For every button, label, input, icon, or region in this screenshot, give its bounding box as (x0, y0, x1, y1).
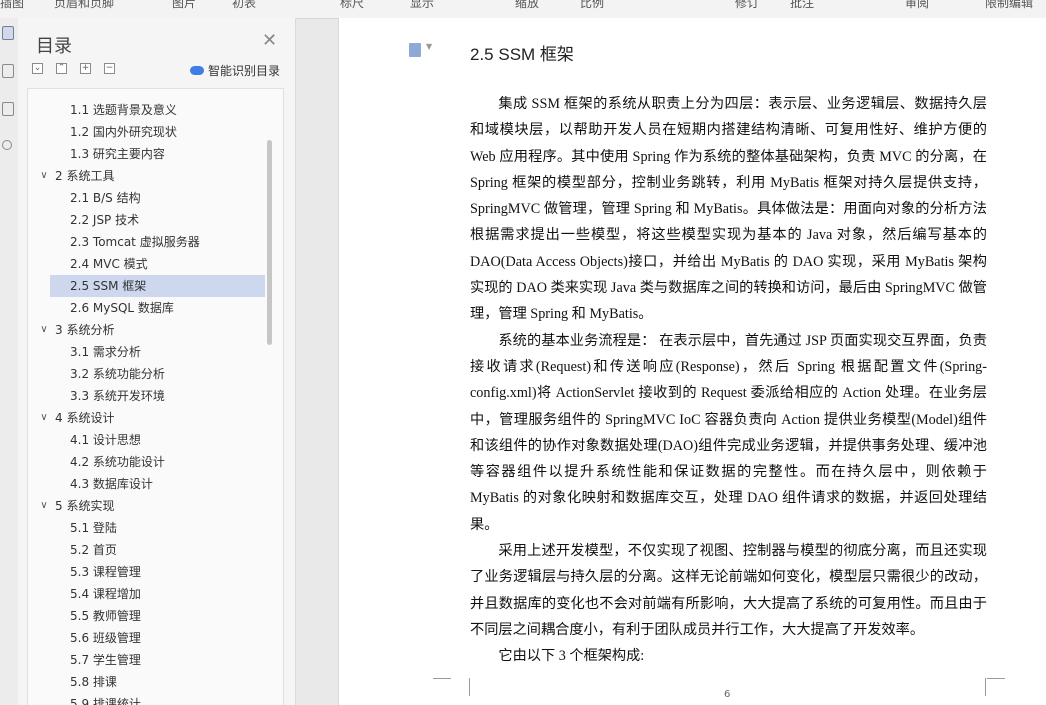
toc-title: 目录 (36, 36, 72, 57)
toc-item[interactable]: ∨ 5 系统实现 (28, 495, 258, 517)
toc-item[interactable]: ∨ 3 系统分析 (28, 319, 258, 341)
page-corner-mark (987, 678, 1005, 697)
smart-toc-button[interactable]: 智能识别目录 (190, 62, 280, 79)
expand-up-icon[interactable]: ⌃ (56, 63, 67, 74)
toc-item[interactable]: 3.2 系统功能分析 (28, 363, 258, 385)
toolbar-item[interactable]: 初表 (232, 0, 256, 11)
paragraph: 集成 SSM 框架的系统从职责上分为四层：表示层、业务逻辑层、数据持久层和域模块… (470, 96, 987, 323)
toc-item[interactable]: 5.1 登陆 (28, 517, 258, 539)
search-icon[interactable] (2, 140, 12, 150)
add-heading-icon[interactable]: + (80, 63, 91, 74)
toc-item[interactable]: 5.8 排课 (28, 671, 258, 693)
document-body: 集成 SSM 框架的系统从职责上分为四层：表示层、业务逻辑层、数据持久层和域模块… (470, 91, 987, 670)
page-corner-mark (433, 678, 451, 697)
toc-item[interactable]: 5.5 教师管理 (28, 605, 258, 627)
toolbar-item[interactable]: 插图 (0, 0, 24, 11)
toc-item[interactable]: 4.1 设计思想 (28, 429, 258, 451)
chevron-down-icon[interactable]: ∨ (39, 319, 49, 341)
toc-item[interactable]: 5.4 课程增加 (28, 583, 258, 605)
toc-item[interactable]: 2.4 MVC 模式 (28, 253, 258, 275)
toc-list: 1.1 选题背景及意义 1.2 国内外研究现状 1.3 研究主要内容 ∨ 2 系统… (27, 88, 284, 705)
toc-item[interactable]: 1.2 国内外研究现状 (28, 121, 258, 143)
toolbar-item[interactable]: 图片 (172, 0, 196, 11)
smart-toc-label: 智能识别目录 (208, 64, 281, 78)
toc-item[interactable]: 5.6 班级管理 (28, 627, 258, 649)
chevron-down-icon[interactable]: ∨ (39, 495, 49, 517)
toc-item[interactable]: 4.2 系统功能设计 (28, 451, 258, 473)
toc-item[interactable]: 5.3 课程管理 (28, 561, 258, 583)
cloud-icon (190, 66, 204, 75)
toolbar-item[interactable]: 标尺 (340, 0, 364, 11)
toolbar-item[interactable]: 批注 (790, 0, 814, 11)
paragraph: 它由以下 3 个框架构成: (498, 648, 645, 665)
toc-item[interactable]: 2.2 JSP 技术 (28, 209, 258, 231)
toc-item[interactable]: 5.9 排课统计 (28, 693, 258, 705)
toolbar: 插图 页眉和页脚 图片 初表 标尺 显示 缩放 比例 修订 批注 审阅 限制编辑 (0, 0, 1046, 19)
collapse-all-icon[interactable]: ⌄ (32, 63, 43, 74)
toc-item[interactable]: 1.1 选题背景及意义 (28, 99, 258, 121)
toc-item[interactable]: 3.3 系统开发环境 (28, 385, 258, 407)
toc-item[interactable]: 4.3 数据库设计 (28, 473, 258, 495)
toc-panel-icon[interactable] (2, 26, 14, 40)
pages-icon[interactable] (2, 102, 14, 116)
paragraph-menu-icon[interactable] (409, 43, 421, 57)
toolbar-item[interactable]: 比例 (580, 0, 604, 11)
section-heading: 2.5 SSM 框架 (470, 45, 574, 64)
toc-item[interactable]: ∨ 2 系统工具 (28, 165, 258, 187)
paragraph: 采用上述开发模型，不仅实现了视图、控制器与模型的彻底分离，而且还实现了业务逻辑层… (470, 543, 987, 638)
toc-item[interactable]: 2.1 B/S 结构 (28, 187, 258, 209)
toolbar-item[interactable]: 修订 (735, 0, 759, 11)
toc-item[interactable]: 5.7 学生管理 (28, 649, 258, 671)
toc-item[interactable]: 2.6 MySQL 数据库 (28, 297, 258, 319)
bookmark-icon[interactable] (2, 64, 14, 78)
toolbar-item[interactable]: 显示 (410, 0, 434, 11)
toc-item-selected[interactable]: 2.5 SSM 框架 (50, 275, 265, 297)
toc-scrollbar[interactable] (267, 140, 272, 345)
close-icon[interactable]: ✕ (262, 32, 277, 50)
side-rail (0, 18, 19, 705)
toolbar-item[interactable]: 审阅 (905, 0, 929, 11)
toc-panel: 目录 ✕ ⌄ ⌃ + − 智能识别目录 1.1 选题背景及意义 1.2 国内外研… (18, 18, 296, 705)
chevron-down-icon[interactable]: ∨ (39, 407, 49, 429)
toolbar-item[interactable]: 缩放 (515, 0, 539, 11)
chevron-down-icon[interactable]: ▼ (426, 42, 432, 51)
toolbar-item[interactable]: 页眉和页脚 (54, 0, 114, 11)
page-corner-mark (451, 678, 470, 696)
toc-item[interactable]: 3.1 需求分析 (28, 341, 258, 363)
toc-item[interactable]: 1.3 研究主要内容 (28, 143, 258, 165)
document-page[interactable]: ▼ 2.5 SSM 框架 集成 SSM 框架的系统从职责上分为四层：表示层、业务… (338, 18, 1046, 705)
remove-heading-icon[interactable]: − (104, 63, 115, 74)
chevron-down-icon[interactable]: ∨ (39, 165, 49, 187)
page-number: 6 (724, 689, 731, 700)
toc-item[interactable]: 2.3 Tomcat 虚拟服务器 (28, 231, 258, 253)
toolbar-item[interactable]: 限制编辑 (985, 0, 1033, 11)
paragraph: 系统的基本业务流程是： 在表示层中，首先通过 JSP 页面实现交互界面，负责接收… (470, 332, 987, 533)
toc-item[interactable]: ∨ 4 系统设计 (28, 407, 258, 429)
toc-item[interactable]: 5.2 首页 (28, 539, 258, 561)
